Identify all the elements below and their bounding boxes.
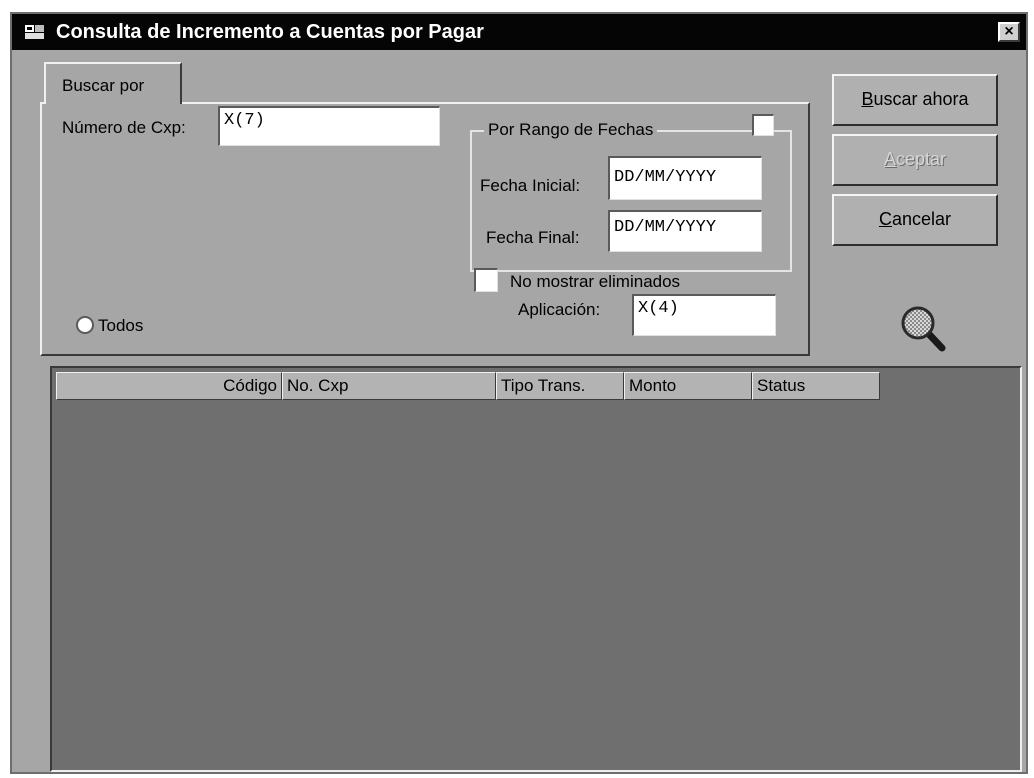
fecha-final-input[interactable]: DD/MM/YYYY bbox=[608, 210, 762, 252]
title-bar[interactable]: Consulta de Incremento a Cuentas por Pag… bbox=[12, 14, 1026, 50]
column-header-no-cxp[interactable]: No. Cxp bbox=[282, 372, 496, 400]
fecha-range-label: Por Rango de Fechas bbox=[484, 120, 658, 140]
cancelar-label: ancelar bbox=[891, 209, 952, 229]
app-window-icon bbox=[25, 25, 44, 39]
column-header-monto[interactable]: Monto bbox=[624, 372, 752, 400]
todos-label: Todos bbox=[98, 316, 144, 335]
close-button[interactable]: × bbox=[998, 22, 1020, 42]
aceptar-label: ceptar bbox=[895, 149, 947, 169]
buscar-label: uscar ahora bbox=[873, 89, 969, 109]
window-title: Consulta de Incremento a Cuentas por Pag… bbox=[56, 21, 484, 43]
dialog-window: Consulta de Incremento a Cuentas por Pag… bbox=[10, 12, 1028, 774]
aceptar-hotkey: A bbox=[883, 149, 896, 169]
fecha-range-checkbox[interactable] bbox=[752, 114, 774, 136]
todos-radio[interactable] bbox=[76, 316, 94, 334]
column-header-codigo[interactable]: Código bbox=[56, 372, 282, 400]
tab-label: Buscar por bbox=[62, 76, 145, 95]
cancelar-hotkey: C bbox=[878, 209, 892, 229]
numero-cxp-label: Número de Cxp: bbox=[62, 118, 186, 137]
cancelar-button[interactable]: Cancelar bbox=[832, 194, 998, 246]
no-mostrar-eliminados-label: No mostrar eliminados bbox=[510, 272, 681, 291]
column-header-status[interactable]: Status bbox=[752, 372, 880, 400]
buscar-hotkey: B bbox=[861, 89, 874, 109]
tab-buscar-por[interactable]: Buscar por bbox=[44, 62, 182, 104]
buscar-ahora-button[interactable]: Buscar ahora bbox=[832, 74, 998, 126]
column-header-tipo-trans[interactable]: Tipo Trans. bbox=[496, 372, 624, 400]
magnifier-search-icon bbox=[901, 306, 946, 352]
results-grid[interactable]: Código No. Cxp Tipo Trans. Monto Status bbox=[50, 366, 1022, 772]
aplicacion-label: Aplicación: bbox=[518, 300, 601, 319]
fecha-inicial-label: Fecha Inicial: bbox=[480, 176, 581, 195]
fecha-inicial-input[interactable]: DD/MM/YYYY bbox=[608, 156, 762, 200]
numero-cxp-input[interactable]: X(7) bbox=[218, 106, 440, 146]
no-mostrar-eliminados-checkbox[interactable] bbox=[474, 268, 498, 292]
aceptar-button[interactable]: Aceptar bbox=[832, 134, 998, 186]
fecha-final-label: Fecha Final: bbox=[486, 228, 580, 247]
aplicacion-input[interactable]: X(4) bbox=[632, 294, 776, 336]
